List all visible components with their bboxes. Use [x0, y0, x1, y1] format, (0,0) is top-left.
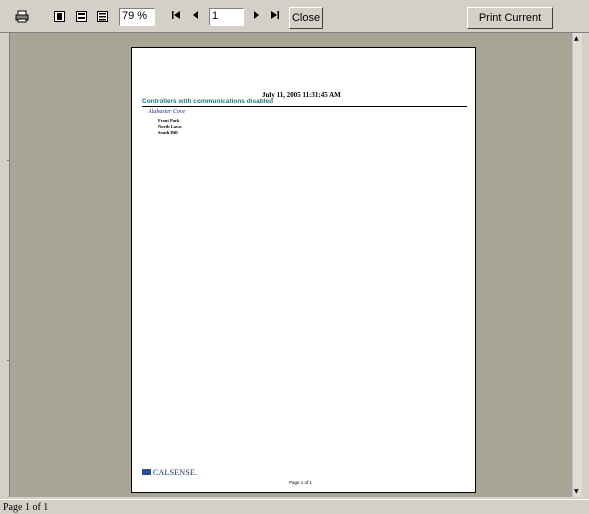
logo-text: CALSENSE. [153, 467, 198, 477]
group-name: Alabaster Cove [148, 109, 186, 115]
status-bar: Page 1 of 1 [0, 499, 589, 514]
report-page: July 11, 2005 11:31:45 AM Controllers wi… [131, 47, 476, 493]
first-page-icon[interactable] [172, 11, 180, 22]
next-page-icon[interactable] [254, 11, 259, 22]
toolbar: 79 % 1 Close Print Current Page [0, 0, 589, 44]
vertical-scrollbar[interactable]: ▲ ▼ [572, 33, 582, 497]
logo-mark-icon [142, 469, 151, 475]
page-number-input[interactable]: 1 [209, 8, 244, 26]
print-current-page-button[interactable]: Print Current Page [467, 7, 553, 44]
preview-area[interactable]: July 11, 2005 11:31:45 AM Controllers wi… [9, 33, 582, 497]
close-button[interactable]: Close [289, 7, 323, 29]
list-item: North Lawn [158, 124, 182, 129]
scroll-up-icon[interactable]: ▲ [574, 35, 579, 42]
status-page-count: Page 1 of 1 [3, 502, 49, 513]
list-item: South Hill [158, 130, 178, 135]
report-date: July 11, 2005 11:31:45 AM [262, 91, 341, 99]
report-page-footer: Page 1 of 1 [289, 480, 313, 485]
single-page-icon[interactable] [51, 8, 67, 24]
printer-icon[interactable] [14, 8, 30, 24]
report-title: Controllers with communications disabled [142, 98, 274, 105]
multi-page-icon[interactable] [94, 8, 110, 24]
scroll-down-icon[interactable]: ▼ [574, 488, 579, 495]
title-rule [142, 106, 467, 107]
list-item: Front Park [158, 118, 180, 123]
calsense-logo: CALSENSE. [142, 467, 197, 477]
last-page-icon[interactable] [271, 11, 279, 22]
report-preview-window: 79 % 1 Close Print Current Page July 11,… [0, 0, 589, 514]
zoom-input[interactable]: 79 % [119, 8, 155, 26]
previous-page-icon[interactable] [193, 11, 198, 22]
two-page-icon[interactable] [73, 8, 89, 24]
